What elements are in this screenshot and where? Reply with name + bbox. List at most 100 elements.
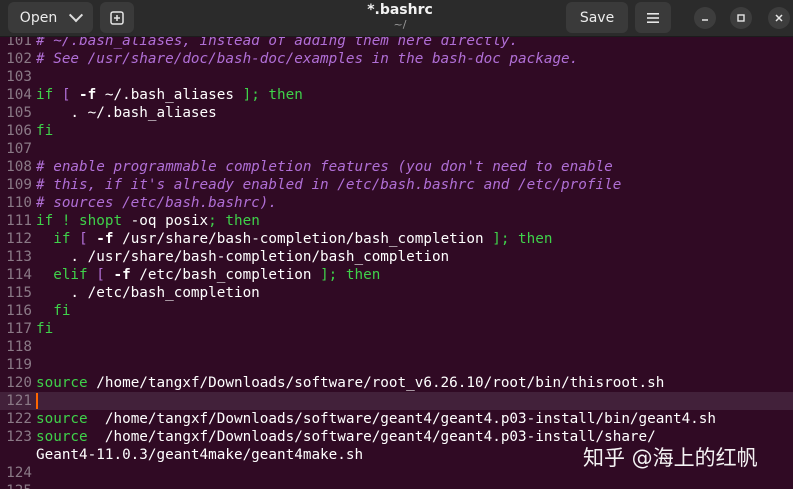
line-code: . ~/.bash_aliases [36,104,793,122]
code-line[interactable]: 114 elif [ -f /etc/bash_completion ]; th… [0,266,793,284]
line-number: 116 [6,303,32,319]
line-number: 117 [6,321,32,337]
line-number: 123 [6,429,32,445]
document-title: *.bashrc [367,2,433,18]
save-button[interactable]: Save [566,2,628,33]
code-token: Geant4-11.0.3/geant4make/geant4make.sh [36,447,364,463]
line-number: 124 [6,465,32,481]
line-number: 107 [6,141,32,157]
window-title: *.bashrc ~/ [300,2,500,31]
code-line[interactable]: 103 [0,68,793,86]
maximize-icon [737,14,745,22]
code-token: /usr/share/bash-completion/bash_completi… [113,231,493,247]
line-code: # sources /etc/bash.bashrc). [36,194,793,212]
code-token: -f [79,87,97,103]
line-code: if [ -f /usr/share/bash-completion/bash_… [36,230,793,248]
code-token: if [36,87,54,103]
line-number: 109 [6,177,32,193]
line-number: 118 [6,339,32,355]
code-line[interactable]: 102 # See /usr/share/doc/bash-doc/example… [0,50,793,68]
code-line[interactable]: 115 . /etc/bash_completion [0,284,793,302]
code-line[interactable]: 122 source /home/tangxf/Downloads/softwar… [0,410,793,428]
close-icon [775,14,783,22]
code-line[interactable]: 116 fi [0,302,793,320]
code-line[interactable]: 109 # this, if it's already enabled in /e… [0,176,793,194]
line-code: # See /usr/share/doc/bash-doc/examples i… [36,50,793,68]
new-tab-icon [110,10,124,25]
code-content: 101 # ~/.bash_aliases, instead of adding … [0,37,793,489]
line-code: . /usr/share/bash-completion/bash_comple… [36,248,793,266]
code-token: . ~/.bash_aliases [36,105,217,121]
line-number: 108 [6,159,32,175]
code-token: fi [36,123,54,139]
code-line[interactable]: 106 fi [0,122,793,140]
document-path: ~/ [393,18,407,31]
code-line[interactable]: 118 [0,338,793,356]
code-token: /home/tangxf/Downloads/software/root_v6.… [87,375,665,391]
line-code: # enable programmable completion feature… [36,158,793,176]
code-line[interactable]: 117 fi [0,320,793,338]
line-code: source /home/tangxf/Downloads/software/r… [36,374,793,392]
line-number: 102 [6,51,32,67]
line-number: 122 [6,411,32,427]
line-number: 105 [6,105,32,121]
line-number: 113 [6,249,32,265]
line-number: 112 [6,231,32,247]
code-line[interactable]: 113 . /usr/share/bash-completion/bash_co… [0,248,793,266]
code-line[interactable]: 107 [0,140,793,158]
new-tab-button[interactable] [100,2,134,33]
code-line[interactable]: 104 if [ -f ~/.bash_aliases ]; then [0,86,793,104]
header-bar: Open *.bashrc ~/ Save [0,0,793,37]
line-number: 115 [6,285,32,301]
code-token: [ [53,87,80,103]
line-number: 120 [6,375,32,391]
line-number: 119 [6,357,32,373]
code-line[interactable]: 125 [0,482,793,489]
code-token: fi [36,303,71,319]
line-number: 101 [6,37,32,49]
code-line[interactable]: 101 # ~/.bash_aliases, instead of adding … [0,37,793,50]
line-number: 111 [6,213,32,229]
text-cursor [36,393,38,409]
code-token: elif [36,267,88,283]
code-token: [ [87,267,114,283]
open-button[interactable]: Open [8,2,93,33]
code-token: . /etc/bash_completion [36,285,260,301]
code-token: source [36,375,88,391]
code-token: # this, if it's already enabled in /etc/… [36,177,622,193]
code-token: . /usr/share/bash-completion/bash_comple… [36,249,450,265]
current-line[interactable]: 121 [0,392,793,410]
close-button[interactable] [768,7,790,29]
code-token: ]; then [492,231,553,247]
maximize-button[interactable] [730,7,752,29]
code-token: if ! shopt [36,213,123,229]
code-token: ]; then [320,267,381,283]
open-label: Open [19,9,58,26]
menu-button[interactable] [635,2,671,33]
hamburger-menu-icon [647,12,659,23]
text-editor[interactable]: 101 # ~/.bash_aliases, instead of adding … [0,37,793,489]
code-line[interactable]: 112 if [ -f /usr/share/bash-completion/b… [0,230,793,248]
code-token: fi [36,321,54,337]
line-code: if ! shopt -oq posix; then [36,212,793,230]
code-line[interactable]: 110 # sources /etc/bash.bashrc). [0,194,793,212]
minimize-button[interactable] [694,7,716,29]
code-token: source [36,429,88,445]
code-token: if [36,231,71,247]
code-line[interactable]: 105 . ~/.bash_aliases [0,104,793,122]
line-number [0,446,36,464]
code-token: ; then [208,213,260,229]
code-line[interactable]: 119 [0,356,793,374]
code-line[interactable]: 111 if ! shopt -oq posix; then [0,212,793,230]
line-code: fi [36,320,793,338]
line-code: if [ -f ~/.bash_aliases ]; then [36,86,793,104]
line-code: fi [36,122,793,140]
minimize-icon [702,19,708,21]
code-token: -oq posix [122,213,209,229]
code-line[interactable]: 108 # enable programmable completion feat… [0,158,793,176]
code-line[interactable]: 120 source /home/tangxf/Downloads/softwar… [0,374,793,392]
line-code: fi [36,302,793,320]
